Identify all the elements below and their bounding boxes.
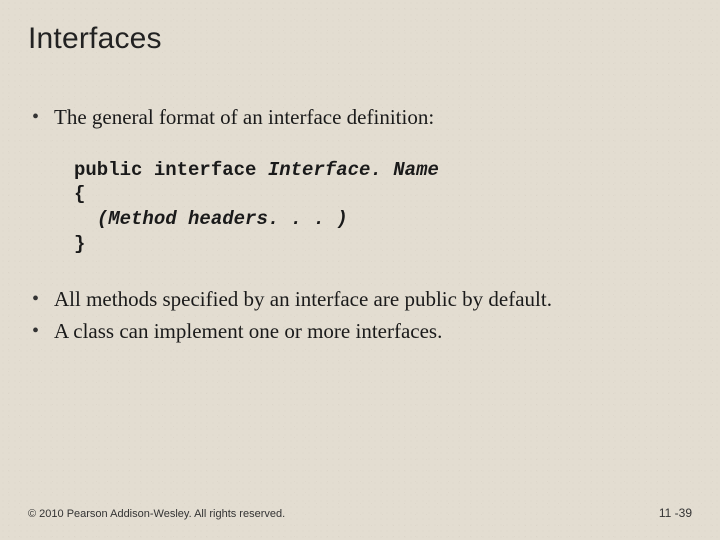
code-block: public interface Interface. Name { (Meth… [74, 158, 692, 257]
code-text: } [74, 233, 85, 255]
bullet-item: All methods specified by an interface ar… [28, 286, 692, 314]
bullet-list-bottom: All methods specified by an interface ar… [28, 286, 692, 345]
bullet-list-top: The general format of an interface defin… [28, 104, 692, 132]
bullet-item: A class can implement one or more interf… [28, 318, 692, 346]
slide-title: Interfaces [28, 22, 162, 56]
slide-content: The general format of an interface defin… [28, 104, 692, 350]
page-number: 11 -39 [659, 506, 692, 520]
code-text: public interface [74, 159, 268, 181]
copyright-text: © 2010 Pearson Addison-Wesley. All right… [28, 508, 285, 520]
code-text [74, 208, 97, 230]
code-ident: (Method headers. . . ) [97, 208, 348, 230]
code-text: { [74, 183, 85, 205]
code-ident: Interface. Name [268, 159, 439, 181]
bullet-item: The general format of an interface defin… [28, 104, 692, 132]
